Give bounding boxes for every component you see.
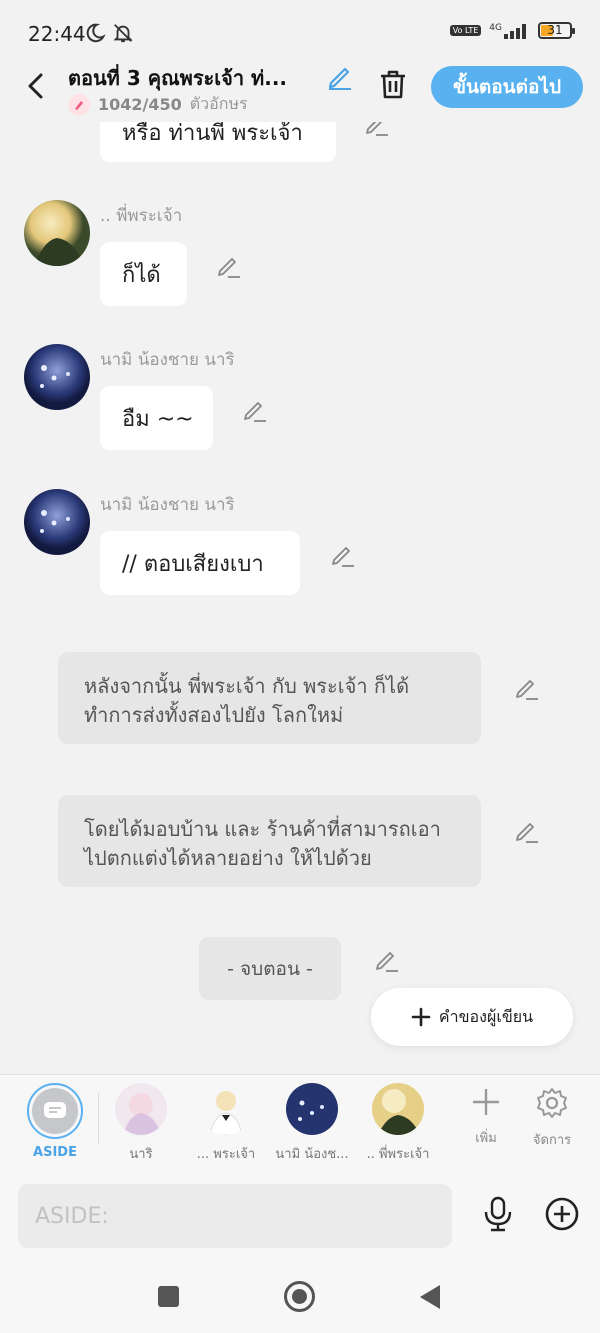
add-label: เพิ่ม: [475, 1131, 497, 1146]
battery-level: 31: [547, 23, 563, 37]
next-step-button[interactable]: ขั้นตอนต่อไป: [431, 66, 583, 108]
message-bubble[interactable]: // ตอบเสียงเบา: [100, 531, 300, 595]
character-item[interactable]: ... พระเจ้า: [184, 1083, 268, 1164]
narration-line: ทำการส่งทั้งสองไปยัง โลกใหม่: [84, 703, 344, 727]
system-nav-bar: [0, 1264, 600, 1333]
character-item[interactable]: นาริ: [99, 1083, 183, 1164]
avatar: [286, 1083, 338, 1135]
narration-line: โดยได้มอบบ้าน และ ร้านค้าที่สามารถเอา: [84, 817, 441, 841]
message-bubble[interactable]: ก็ได้: [100, 242, 187, 306]
end-label: - จบตอน -: [227, 957, 313, 980]
character-aside[interactable]: ASIDE: [13, 1083, 97, 1160]
character-bar: ASIDE นาริ ... พระเจ้า นามิ น้องช... .. …: [0, 1074, 600, 1172]
edit-message-icon[interactable]: [242, 396, 268, 422]
home-button[interactable]: [284, 1281, 315, 1312]
back-button[interactable]: [20, 68, 50, 104]
manage-label: จัดการ: [532, 1133, 572, 1148]
signal-icon: 4G: [489, 23, 530, 39]
author-note-button[interactable]: คำของผู้เขียน: [371, 988, 573, 1046]
edit-narration-icon[interactable]: [514, 674, 540, 700]
volte-badge: Vo LTE: [449, 25, 482, 36]
aside-input[interactable]: [18, 1184, 452, 1248]
end-episode-marker[interactable]: - จบตอน -: [199, 937, 341, 1000]
pencil-icon: [328, 67, 351, 90]
character-label: .. พี่พระเจ้า: [366, 1147, 430, 1162]
char-count: 1042/450: [98, 95, 182, 114]
bell-muted-icon: [112, 22, 134, 48]
speaker-name: นามิ น้องชาย นาริ: [100, 350, 235, 370]
edit-narration-icon[interactable]: [514, 817, 540, 843]
message-bubble[interactable]: หรือ ท่านพี พระเจ้า: [100, 122, 336, 162]
narration-line: ไปตกแต่งได้หลายอย่าง ให้ไปด้วย: [84, 846, 372, 870]
character-label: นามิ น้องช...: [275, 1147, 349, 1162]
status-bar: 22:44 Vo LTE 4G 31: [0, 0, 600, 60]
narration-block[interactable]: โดยได้มอบบ้าน และ ร้านค้าที่สามารถเอา ไป…: [58, 795, 481, 887]
plus-circle-icon: [545, 1197, 579, 1231]
message-text: หรือ ท่านพี พระเจ้า: [122, 122, 303, 146]
gear-icon: [537, 1088, 567, 1118]
avatar: [372, 1083, 424, 1135]
edit-title-button[interactable]: [326, 62, 354, 94]
author-note-label: คำของผู้เขียน: [438, 1006, 534, 1026]
character-label: นาริ: [129, 1147, 153, 1162]
chat-area[interactable]: หรือ ท่านพี พระเจ้า .. พี่พระเจ้า ก็ได้ …: [0, 122, 600, 1074]
avatar: [115, 1083, 167, 1135]
narration-block[interactable]: หลังจากนั้น พี่พระเจ้า กับ พระเจ้า ก็ได้…: [58, 652, 481, 744]
delete-button[interactable]: [378, 68, 408, 104]
character-item[interactable]: นามิ น้องช...: [270, 1083, 354, 1164]
battery-icon: 31: [538, 22, 575, 39]
back-nav-button[interactable]: [420, 1285, 440, 1309]
character-label: ... พระเจ้า: [196, 1147, 256, 1162]
aside-label: ASIDE: [33, 1145, 77, 1160]
message-text: อืม ~~: [122, 406, 194, 432]
avatar: [200, 1083, 252, 1135]
recents-button[interactable]: [158, 1286, 179, 1307]
episode-header: ตอนที่ 3 คุณพระเจ้า ท่... 1042/450 ตัวอั…: [0, 56, 600, 122]
plus-icon: [411, 1007, 431, 1027]
avatar[interactable]: [24, 344, 90, 410]
message-bubble[interactable]: อืม ~~: [100, 386, 213, 450]
moon-icon: [84, 22, 106, 48]
speaker-name: .. พี่พระเจ้า: [100, 206, 183, 226]
voice-input-button[interactable]: [482, 1196, 514, 1236]
network-label: 4G: [489, 22, 502, 33]
input-row: [0, 1172, 600, 1264]
avatar[interactable]: [24, 200, 90, 266]
character-item[interactable]: .. พี่พระเจ้า: [356, 1083, 440, 1164]
microphone-icon: [484, 1196, 512, 1232]
narration-line: หลังจากนั้น พี่พระเจ้า กับ พระเจ้า ก็ได้: [84, 674, 410, 698]
message-text: // ตอบเสียงเบา: [122, 551, 264, 577]
speaker-name: นามิ น้องชาย นาริ: [100, 495, 235, 515]
avatar[interactable]: [24, 489, 90, 555]
message-text: ก็ได้: [122, 262, 161, 288]
char-count-unit: ตัวอักษร: [189, 94, 248, 113]
edit-message-icon[interactable]: [330, 541, 356, 567]
edit-end-icon[interactable]: [374, 946, 400, 972]
pencil-badge-icon: [68, 93, 90, 116]
plus-icon: [473, 1089, 499, 1115]
char-count-row: 1042/450 ตัวอักษร: [68, 92, 248, 117]
edit-message-icon[interactable]: [216, 252, 242, 278]
edit-message-icon[interactable]: [364, 122, 390, 136]
manage-characters-button[interactable]: จัดการ: [522, 1087, 582, 1150]
chevron-left-icon: [28, 73, 43, 99]
episode-title: ตอนที่ 3 คุณพระเจ้า ท่...: [68, 66, 288, 90]
comment-icon: [44, 1102, 66, 1118]
trash-icon: [381, 70, 405, 99]
status-time: 22:44: [28, 22, 86, 46]
add-media-button[interactable]: [544, 1196, 580, 1236]
add-character-button[interactable]: เพิ่ม: [456, 1087, 516, 1148]
